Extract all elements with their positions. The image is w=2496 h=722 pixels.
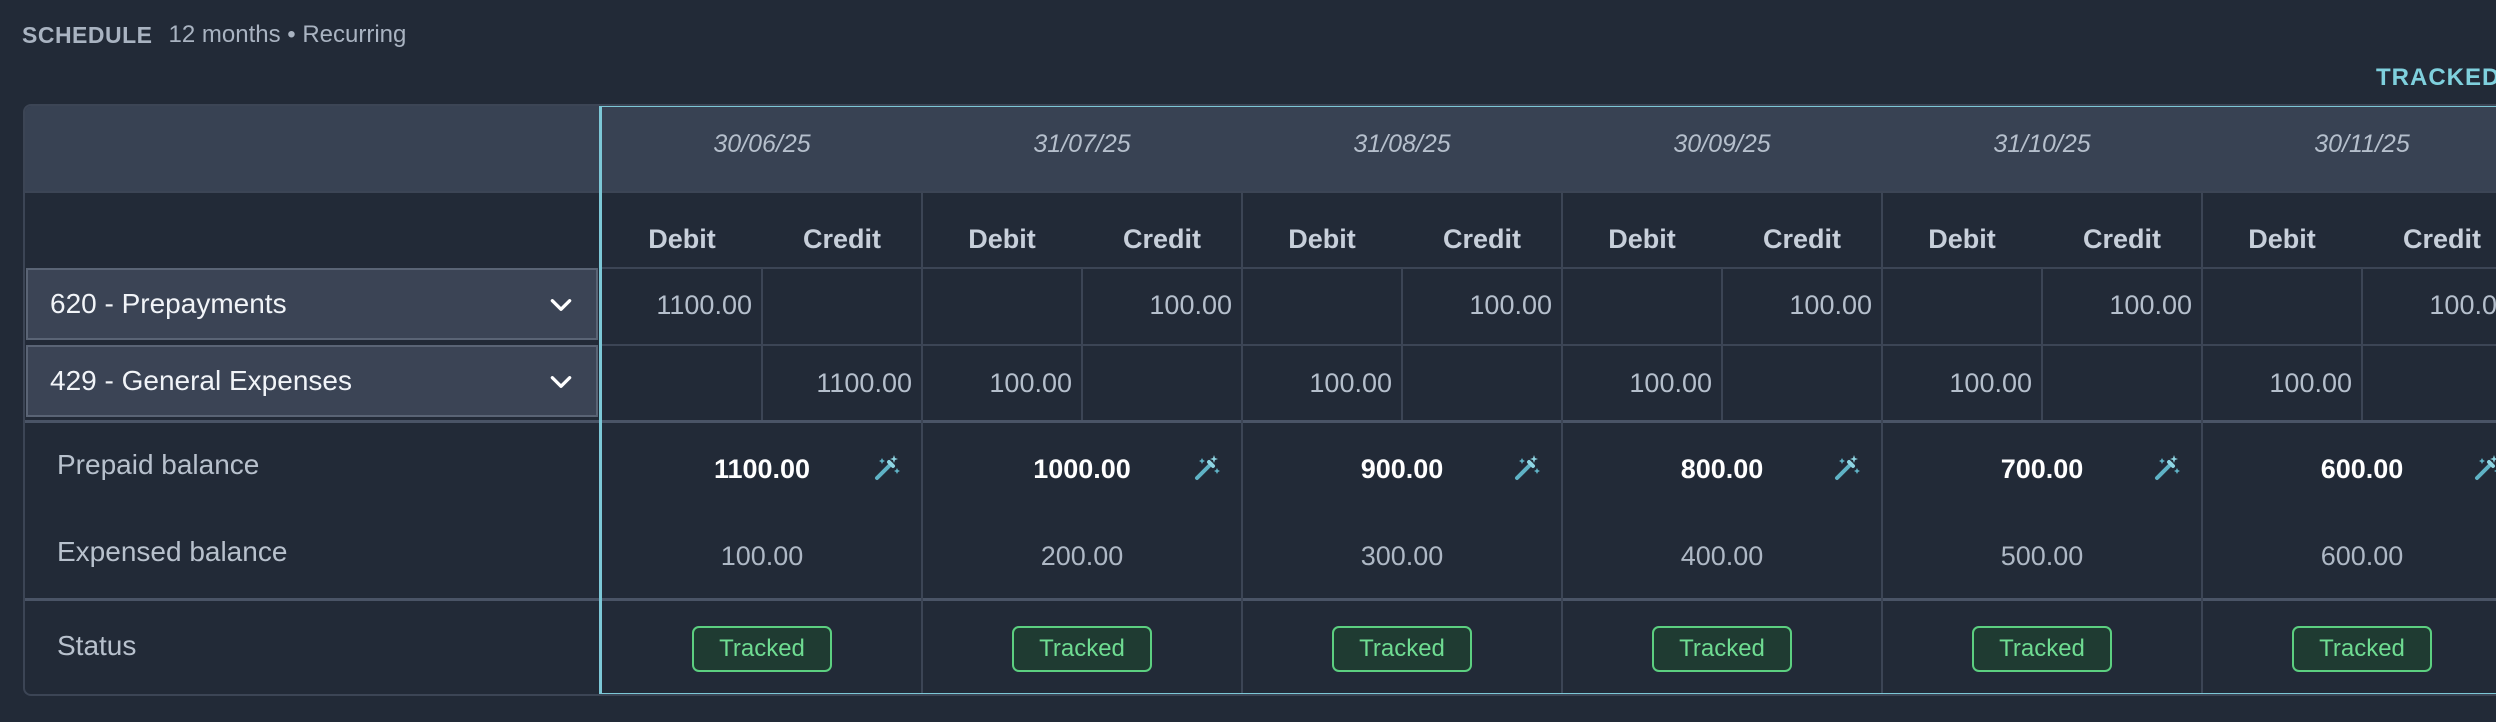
account-select-general-expenses[interactable]: 429 - General Expenses — [26, 345, 598, 417]
left-header-blank — [25, 106, 599, 191]
account-separator: - — [104, 288, 114, 319]
chevron-down-icon — [550, 299, 572, 311]
tracked-link[interactable]: TRACKED — [2376, 64, 2496, 92]
account-name: Prepayments — [121, 288, 287, 319]
prepaid-balance-label: Prepaid balance — [57, 449, 260, 480]
schedule-subtitle: 12 months • Recurring — [168, 21, 407, 48]
highlighted-schedule-region — [599, 106, 2496, 694]
account-code: 620 — [50, 288, 97, 319]
schedule-header: SCHEDULE 12 months • Recurring — [22, 20, 406, 50]
account-code: 429 — [50, 365, 97, 396]
status-label: Status — [57, 630, 137, 661]
account-name: General Expenses — [121, 365, 352, 396]
expensed-balance-label: Expensed balance — [57, 536, 288, 567]
schedule-table: 620 - Prepayments 429 - General Expenses… — [23, 104, 2496, 696]
chevron-down-icon — [550, 376, 572, 388]
schedule-title: SCHEDULE — [22, 21, 153, 48]
account-separator: - — [104, 365, 114, 396]
account-select-prepayments[interactable]: 620 - Prepayments — [26, 268, 598, 340]
left-subheader-blank — [25, 191, 599, 267]
